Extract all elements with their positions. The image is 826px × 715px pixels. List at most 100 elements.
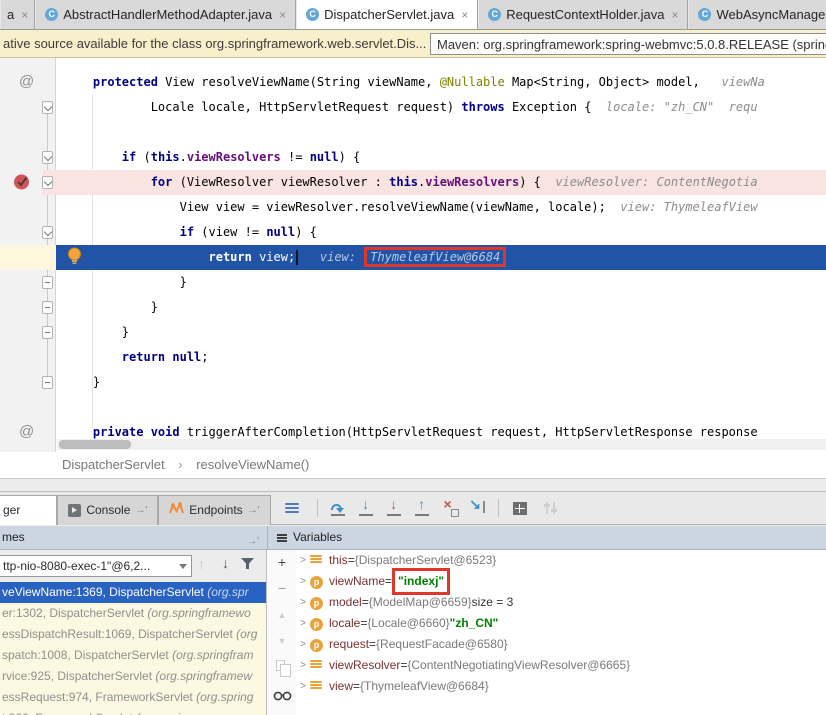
- code-line[interactable]: View view = viewResolver.resolveViewName…: [0, 195, 826, 220]
- tab-console[interactable]: Console →': [57, 495, 158, 525]
- expand-chevron-icon[interactable]: >: [296, 634, 310, 655]
- stack-frame-row[interactable]: essRequest:974, FrameworkServlet (org.sp…: [0, 687, 266, 708]
- code-token: [64, 150, 122, 164]
- step-out-button[interactable]: ↑: [411, 497, 433, 519]
- code-token: .: [180, 150, 187, 164]
- code-editor[interactable]: @ @ protected View resolveViewName(Strin…: [0, 58, 826, 452]
- code-line[interactable]: for (ViewResolver viewResolver : this.vi…: [0, 170, 826, 195]
- expand-chevron-icon[interactable]: >: [296, 655, 310, 676]
- variable-value: size = 3: [472, 592, 514, 613]
- toolbar-separator: [317, 499, 318, 517]
- expand-chevron-icon[interactable]: >: [296, 592, 310, 613]
- code-lines[interactable]: protected View resolveViewName(String vi…: [0, 58, 826, 452]
- force-step-into-button[interactable]: ↓: [383, 497, 405, 519]
- code-token: [64, 75, 93, 89]
- debugger-panels: ttp-nio-8080-exec-1"@6,2... ↑ ↓ veViewNa…: [0, 550, 826, 715]
- variable-row[interactable]: >prequest = {RequestFacade@6580}: [296, 634, 826, 655]
- stack-frame-row[interactable]: t:866, FrameworkServlet (org.spring: [0, 708, 266, 715]
- close-icon[interactable]: ×: [21, 8, 28, 22]
- code-token: View resolveViewName(String viewName,: [165, 75, 440, 89]
- code-line[interactable]: Locale locale, HttpServletRequest reques…: [0, 95, 826, 120]
- editor-tab[interactable]: CAbstractHandlerMethodAdapter.java×: [35, 0, 296, 29]
- tab-partial[interactable]: a ×: [0, 0, 35, 29]
- code-token: ) {: [295, 225, 317, 239]
- intention-bulb-icon[interactable]: [67, 247, 82, 270]
- add-watch-icon[interactable]: +: [268, 554, 296, 570]
- step-into-button[interactable]: ↓: [355, 497, 377, 519]
- tab-label: WebAsyncManager.jav: [716, 7, 826, 22]
- move-up-icon[interactable]: ▲: [268, 610, 296, 620]
- variable-row[interactable]: >viewResolver = {ContentNegotiatingViewR…: [296, 655, 826, 676]
- duplicate-icon[interactable]: [276, 660, 285, 671]
- code-line[interactable]: protected View resolveViewName(String vi…: [0, 70, 826, 95]
- tab-options-arrow-icon[interactable]: →': [135, 505, 147, 516]
- code-token: throws: [461, 100, 512, 114]
- frame-method: essDispatchResult:1069, DispatcherServle…: [2, 627, 236, 641]
- variables-menu-icon[interactable]: [277, 533, 287, 543]
- scrollbar-thumb[interactable]: [59, 440, 131, 449]
- layout-settings-icon[interactable]: [285, 501, 299, 515]
- maven-library-source-button[interactable]: Maven: org.springframework:spring-webmvc…: [430, 33, 826, 55]
- code-line[interactable]: if (this.viewResolvers != null) {: [0, 145, 826, 170]
- code-token: View view = viewResolver.resolveViewName…: [180, 200, 613, 214]
- stack-frame-row[interactable]: rvice:925, DispatcherServlet (org.spring…: [0, 666, 266, 687]
- frames-panel-header: mes →': [0, 526, 268, 549]
- show-watches-glasses-icon[interactable]: [273, 688, 292, 706]
- tab-label: DispatcherServlet.java: [324, 7, 454, 22]
- stack-frame-row[interactable]: essDispatchResult:1069, DispatcherServle…: [0, 624, 266, 645]
- evaluate-expression-icon[interactable]: [513, 502, 527, 515]
- code-line[interactable]: }: [0, 370, 826, 395]
- run-to-cursor-button[interactable]: ↘: [467, 497, 489, 519]
- drop-frame-button[interactable]: ×: [439, 497, 461, 519]
- remove-watch-icon[interactable]: −: [268, 580, 296, 596]
- variable-row[interactable]: >this = {DispatcherServlet@6523}: [296, 550, 826, 571]
- variable-row[interactable]: >view = {ThymeleafView@6684}: [296, 676, 826, 697]
- stack-frame-row[interactable]: spatch:1008, DispatcherServlet (org.spri…: [0, 645, 266, 666]
- breadcrumb-class[interactable]: DispatcherServlet: [62, 457, 165, 472]
- step-over-button[interactable]: [327, 497, 349, 519]
- expand-chevron-icon[interactable]: >: [296, 571, 310, 592]
- close-icon[interactable]: ×: [461, 8, 468, 22]
- variable-row[interactable]: >pviewName = "indexj": [296, 571, 826, 592]
- stack-frame-row[interactable]: veViewName:1369, DispatcherServlet (org.…: [0, 582, 266, 603]
- move-down-icon[interactable]: ▼: [268, 636, 296, 646]
- code-token: this: [151, 150, 180, 164]
- thread-dropdown[interactable]: ttp-nio-8080-exec-1"@6,2...: [0, 555, 192, 577]
- tab-options-arrow-icon[interactable]: →': [248, 505, 260, 516]
- breadcrumb-method[interactable]: resolveViewName(): [196, 457, 309, 472]
- tab-label: Console: [86, 503, 130, 517]
- code-line[interactable]: [0, 395, 826, 420]
- code-line[interactable]: return view; view: ThymeleafView@6684: [0, 245, 826, 270]
- editor-tab[interactable]: CDispatcherServlet.java×: [296, 0, 478, 29]
- frame-package: (org: [236, 627, 257, 641]
- expand-chevron-icon[interactable]: >: [296, 613, 310, 634]
- code-line[interactable]: if (view != null) {: [0, 220, 826, 245]
- code-token: viewResolver: ContentNegotia: [548, 175, 758, 189]
- code-line[interactable]: }: [0, 320, 826, 345]
- frame-package: (org.spring: [196, 690, 253, 704]
- variable-value: {RequestFacade@6580}: [376, 634, 508, 655]
- next-frame-icon[interactable]: ↓: [222, 555, 229, 571]
- code-line[interactable]: }: [0, 270, 826, 295]
- previous-frame-icon[interactable]: ↑: [198, 556, 205, 572]
- expand-chevron-icon[interactable]: >: [296, 676, 310, 697]
- horizontal-scrollbar[interactable]: [57, 439, 826, 450]
- breadcrumb: DispatcherServlet › resolveViewName(): [0, 452, 826, 478]
- close-icon[interactable]: ×: [671, 8, 678, 22]
- expand-chevron-icon[interactable]: >: [296, 550, 310, 571]
- code-line[interactable]: return null;: [0, 345, 826, 370]
- variable-row[interactable]: >pmodel = {ModelMap@6659} size = 3: [296, 592, 826, 613]
- tab-debugger[interactable]: ger: [0, 495, 57, 525]
- variable-row[interactable]: >plocale = {Locale@6660} "zh_CN": [296, 613, 826, 634]
- frames-header-label: mes: [2, 530, 25, 544]
- editor-tab[interactable]: CWebAsyncManager.jav: [688, 0, 826, 29]
- editor-tab[interactable]: CRequestContextHolder.java×: [478, 0, 688, 29]
- close-icon[interactable]: ×: [279, 8, 286, 22]
- code-line[interactable]: }: [0, 295, 826, 320]
- code-token: Map<String, Object> model,: [505, 75, 700, 89]
- code-token: !=: [281, 150, 310, 164]
- stack-frame-row[interactable]: er:1302, DispatcherServlet (org.springfr…: [0, 603, 266, 624]
- filter-frames-icon[interactable]: [240, 557, 255, 575]
- code-line[interactable]: [0, 120, 826, 145]
- tab-endpoints[interactable]: Endpoints →': [158, 495, 270, 525]
